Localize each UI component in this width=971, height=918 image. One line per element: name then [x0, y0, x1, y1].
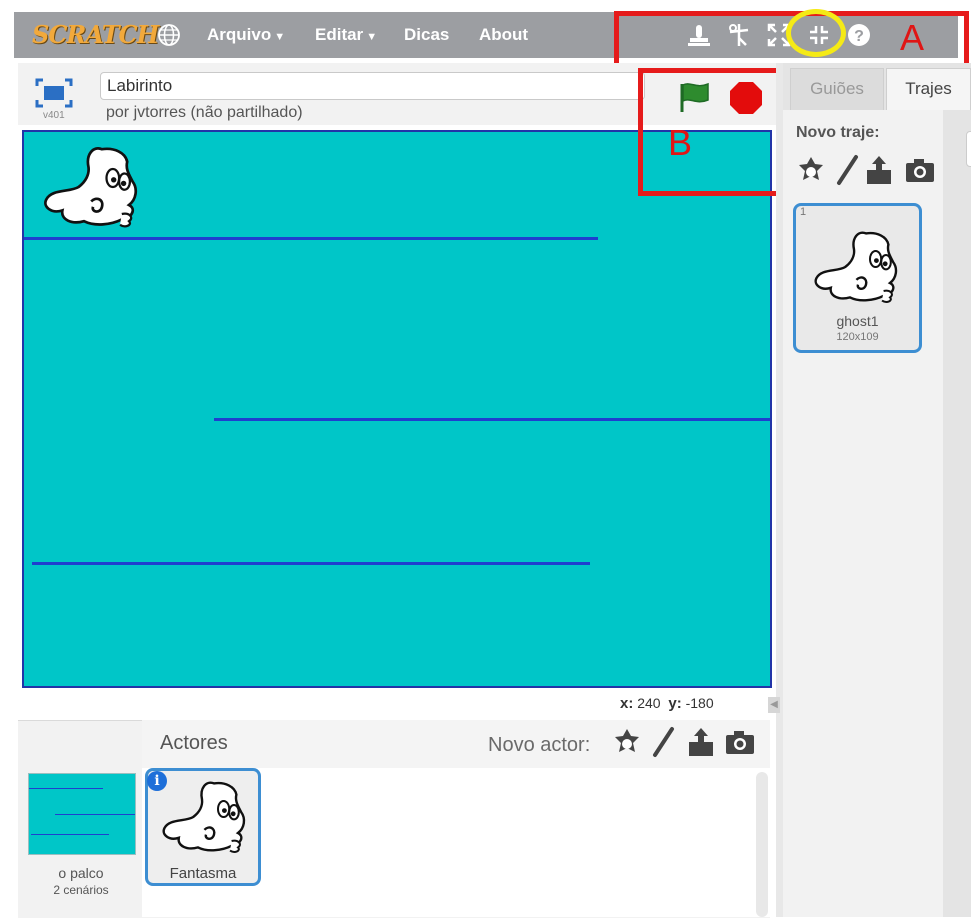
mouse-x-value: 240: [637, 695, 661, 711]
y-label: y:: [668, 695, 682, 712]
menu-arquivo[interactable]: Arquivo ▼: [207, 12, 285, 58]
stage-thumbnail[interactable]: [28, 773, 136, 855]
author-line: por jvtorres (não partilhado): [106, 104, 303, 121]
ghost-sprite[interactable]: [38, 142, 148, 232]
maze-wall: [24, 237, 598, 240]
annotation-highlight-circle: [786, 9, 846, 57]
collapse-stage-icon[interactable]: ◀: [768, 697, 780, 713]
costume-index: 1: [800, 206, 807, 218]
new-costume-label: Novo traje:: [796, 124, 880, 141]
paint-new-sprite-icon[interactable]: [650, 726, 676, 758]
annotation-label-a: A: [900, 17, 925, 58]
sprite-library-icon[interactable]: [612, 726, 642, 758]
globe-icon[interactable]: [157, 23, 181, 47]
project-title-input[interactable]: [100, 72, 645, 100]
tab-scripts[interactable]: Guiões: [790, 68, 884, 110]
menu-dicas[interactable]: Dicas: [404, 12, 449, 58]
version-label: v401: [43, 110, 65, 121]
x-label: x:: [620, 695, 634, 712]
stage-label: o palco: [58, 865, 104, 881]
costume-size: 120x109: [836, 331, 879, 343]
paint-new-costume-icon[interactable]: [834, 154, 860, 186]
new-sprite-label: Novo actor:: [488, 734, 591, 756]
menu-editar[interactable]: Editar ▼: [315, 12, 377, 58]
maze-wall: [32, 562, 590, 565]
menu-about[interactable]: About: [479, 12, 528, 58]
sprite-name: Fantasma: [169, 865, 237, 882]
costume-library-icon[interactable]: [796, 154, 826, 186]
mouse-y-value: -180: [685, 695, 714, 711]
annotation-box-b: [638, 68, 784, 196]
upload-sprite-icon[interactable]: [686, 726, 716, 758]
paint-editor-handle[interactable]: [966, 131, 971, 167]
sprites-title: Actores: [160, 732, 228, 754]
scratch-logo[interactable]: SCRATCH: [32, 17, 159, 53]
camera-sprite-icon[interactable]: [724, 728, 756, 756]
tab-costumes[interactable]: Trajes: [886, 68, 971, 110]
upload-costume-icon[interactable]: [864, 154, 894, 186]
maze-wall: [214, 418, 770, 421]
stage[interactable]: [22, 130, 772, 688]
thumb-wall: [29, 788, 103, 789]
paint-editor-edge: [943, 110, 971, 917]
camera-costume-icon[interactable]: [904, 156, 936, 184]
presentation-mode-icon[interactable]: [35, 78, 73, 108]
costume-thumbnail: [810, 226, 906, 308]
annotation-label-b: B: [668, 122, 693, 163]
info-icon[interactable]: i: [147, 771, 167, 791]
sprites-scrollbar[interactable]: [756, 772, 768, 917]
backdrop-count: 2 cenários: [53, 883, 109, 897]
thumb-wall: [55, 814, 135, 815]
panel-divider: [776, 63, 783, 917]
ghost-thumbnail: [158, 777, 254, 857]
costume-name: ghost1: [836, 313, 879, 329]
thumb-wall: [31, 834, 109, 835]
mouse-coordinates: x: 240 y: -180: [620, 695, 714, 712]
